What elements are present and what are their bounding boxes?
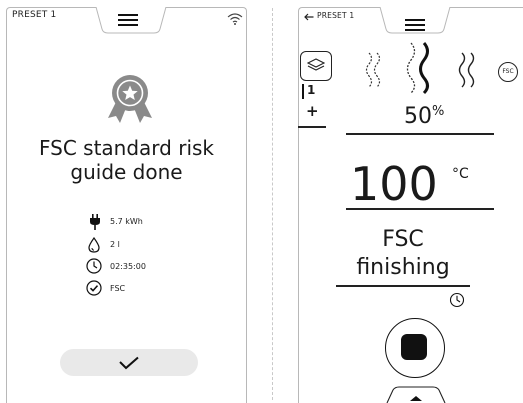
steam-high-icon[interactable] (454, 50, 480, 90)
bottom-drawer-tab[interactable] (385, 386, 447, 403)
phase-line2: finishing (356, 255, 450, 280)
clock-icon (86, 258, 102, 274)
check-circle-icon (86, 280, 102, 296)
preset-label[interactable]: PRESET 1 (12, 10, 56, 20)
confirm-button[interactable] (60, 349, 198, 376)
humidity-unit: % (432, 104, 445, 119)
phase-line1: FSC (382, 227, 424, 252)
arrow-left-icon[interactable] (304, 13, 314, 21)
energy-value: 5.7 kWh (110, 217, 143, 226)
humidity-display[interactable]: 50% (404, 104, 444, 130)
stop-button[interactable] (385, 318, 445, 378)
level-indicator (302, 84, 304, 99)
humidity-underline (346, 133, 494, 135)
panel-divider (272, 8, 273, 400)
phase-underline (336, 285, 470, 287)
layers-icon (307, 58, 325, 71)
checkmark-icon (119, 356, 139, 370)
temperature-underline (346, 208, 494, 210)
result-title-line2: guide done (70, 160, 183, 184)
layers-button[interactable] (300, 51, 332, 81)
water-value: 2 l (110, 240, 120, 249)
timer-clock-icon[interactable] (449, 292, 465, 308)
temperature-value[interactable]: 100 (350, 160, 438, 208)
steam-low-icon[interactable] (362, 50, 384, 90)
humidity-value: 50 (404, 104, 432, 129)
stop-icon (401, 334, 427, 360)
steam-medium-icon[interactable] (401, 40, 435, 96)
phase-title[interactable]: FSC finishing (336, 226, 470, 282)
temperature-unit: °C (452, 166, 469, 182)
wifi-icon[interactable] (227, 12, 243, 26)
hamburger-icon[interactable] (405, 19, 425, 31)
result-title-line1: FSC standard risk (38, 136, 215, 160)
fsc-badge[interactable]: FSC (498, 62, 518, 82)
level-value: 1 (307, 83, 316, 97)
preset-label-right[interactable]: PRESET 1 (317, 11, 354, 20)
plus-button[interactable]: + (306, 104, 319, 119)
award-ribbon-icon (108, 75, 152, 123)
hamburger-icon[interactable] (118, 14, 138, 28)
plug-icon (90, 214, 100, 230)
duration-value: 02:35:00 (110, 262, 146, 271)
program-value: FSC (110, 284, 126, 293)
side-divider (298, 126, 326, 128)
result-title: FSC standard risk guide done (6, 136, 247, 184)
water-drop-icon (88, 237, 100, 253)
left-screen (6, 7, 247, 403)
